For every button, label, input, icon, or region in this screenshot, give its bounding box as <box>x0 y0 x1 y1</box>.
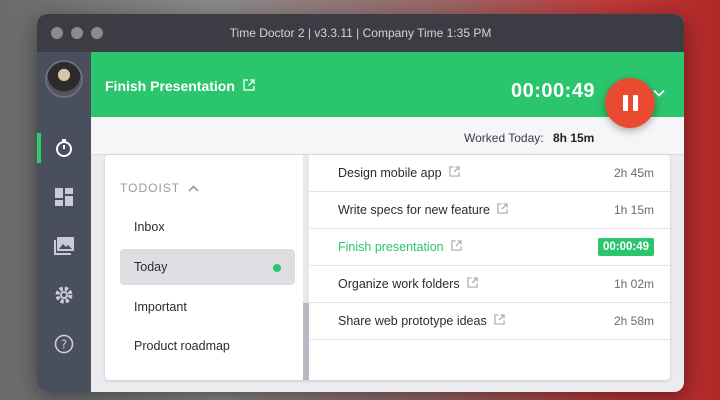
external-link-icon[interactable] <box>494 314 505 328</box>
task-row[interactable]: Design mobile app 2h 45m <box>309 155 670 192</box>
project-list: TODOIST Inbox Today Important Product ro… <box>105 155 303 380</box>
project-group-header[interactable]: TODOIST <box>120 181 199 195</box>
task-timer-badge: 00:00:49 <box>597 238 654 256</box>
timer-icon[interactable] <box>52 136 76 160</box>
active-task-title: Finish Presentation <box>105 78 235 94</box>
project-item-label: Today <box>134 260 168 274</box>
chevron-up-icon <box>188 181 199 195</box>
external-link-icon[interactable] <box>466 277 478 291</box>
project-item-product-roadmap[interactable]: Product roadmap <box>120 328 295 364</box>
task-panel: TODOIST Inbox Today Important Product ro… <box>105 155 670 380</box>
task-name: Design mobile app <box>338 166 442 180</box>
pause-icon <box>622 95 628 111</box>
task-row[interactable]: Organize work folders 1h 02m <box>309 266 670 303</box>
external-link-icon[interactable] <box>450 240 462 254</box>
pause-button[interactable] <box>605 78 655 128</box>
external-link-icon[interactable] <box>497 203 508 217</box>
title-bar: Time Doctor 2 | v3.3.11 | Company Time 1… <box>37 14 684 52</box>
screenshots-icon[interactable] <box>52 234 76 258</box>
task-name: Share web prototype ideas <box>338 314 487 328</box>
worked-today-label: Worked Today: <box>464 131 544 145</box>
sidebar: ? <box>37 52 91 392</box>
help-icon[interactable]: ? <box>52 332 76 356</box>
worked-today-value: 8h 15m <box>553 131 595 145</box>
maximize-window-button[interactable] <box>91 27 103 39</box>
external-link-icon[interactable] <box>448 166 460 180</box>
task-duration: 2h 58m <box>613 314 654 328</box>
project-item-label: Inbox <box>134 220 165 234</box>
settings-icon[interactable] <box>52 283 76 307</box>
task-duration: 1h 15m <box>613 203 654 217</box>
external-link-icon[interactable] <box>243 78 255 94</box>
running-timer: 00:00:49 <box>511 80 596 102</box>
window-title: Time Doctor 2 | v3.3.11 | Company Time 1… <box>229 26 492 40</box>
svg-text:?: ? <box>61 338 67 352</box>
task-name: Organize work folders <box>338 277 460 291</box>
task-row[interactable]: Write specs for new feature 1h 15m <box>309 192 670 229</box>
close-window-button[interactable] <box>51 27 63 39</box>
task-list: Design mobile app 2h 45m Write specs for… <box>309 155 670 380</box>
task-name: Finish presentation <box>338 240 444 254</box>
task-row[interactable]: Share web prototype ideas 2h 58m <box>309 303 670 340</box>
project-item-today[interactable]: Today <box>120 249 295 285</box>
project-item-important[interactable]: Important <box>120 289 295 325</box>
active-dot <box>273 264 281 272</box>
avatar[interactable] <box>45 60 83 98</box>
task-duration: 2h 45m <box>613 166 654 180</box>
project-item-label: Important <box>134 300 187 314</box>
dashboard-icon[interactable] <box>52 185 76 209</box>
project-group-label: TODOIST <box>120 181 181 195</box>
worked-today-bar: Worked Today: 8h 15m <box>91 117 684 155</box>
project-item-label: Product roadmap <box>134 339 230 353</box>
task-name: Write specs for new feature <box>338 203 490 217</box>
minimize-window-button[interactable] <box>71 27 83 39</box>
sidebar-active-indicator <box>37 133 41 163</box>
task-row-active[interactable]: Finish presentation 00:00:49 <box>309 229 670 266</box>
active-task: Finish Presentation <box>105 78 255 94</box>
task-duration: 1h 02m <box>613 277 654 291</box>
app-window: Time Doctor 2 | v3.3.11 | Company Time 1… <box>37 14 684 392</box>
window-controls <box>51 27 103 39</box>
project-item-inbox[interactable]: Inbox <box>120 209 295 245</box>
active-task-header: Finish Presentation 00:00:49 <box>91 52 684 117</box>
